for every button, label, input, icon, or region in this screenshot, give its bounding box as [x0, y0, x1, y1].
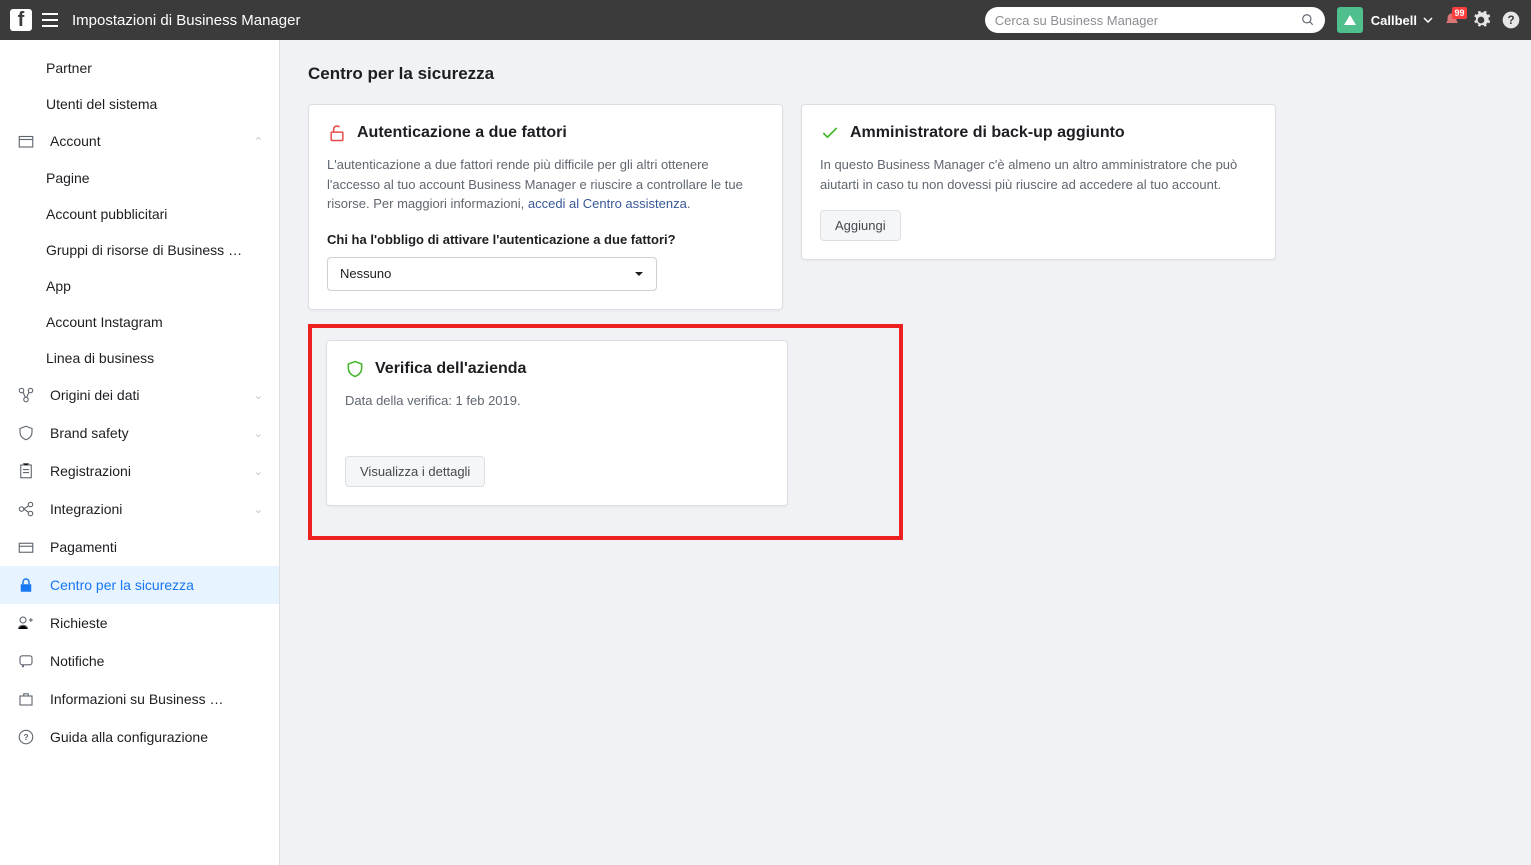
sidebar-item-business-info[interactable]: Informazioni su Business … — [0, 680, 279, 718]
two-factor-title: Autenticazione a due fattori — [357, 124, 567, 142]
admin-backup-card: Amministratore di back-up aggiunto In qu… — [801, 104, 1276, 260]
chevron-down-icon: ⌄ — [254, 389, 263, 402]
help-icon[interactable]: ? — [1501, 10, 1521, 30]
menu-icon[interactable] — [42, 13, 58, 27]
two-factor-select[interactable]: Nessuno — [327, 257, 657, 291]
page-title: Centro per la sicurezza — [308, 64, 1503, 84]
chevron-up-icon: ⌃ — [254, 135, 263, 148]
sidebar-item-payments[interactable]: Pagamenti — [0, 528, 279, 566]
sidebar-section-account[interactable]: Account ⌃ — [0, 122, 279, 160]
top-header: f Impostazioni di Business Manager Callb… — [0, 0, 1531, 40]
sidebar-section-integrations[interactable]: Integrazioni ⌄ — [0, 490, 279, 528]
sidebar-item-setup-guide[interactable]: ? Guida alla configurazione — [0, 718, 279, 756]
two-factor-description: L'autenticazione a due fattori rende più… — [327, 155, 764, 214]
highlight-annotation: Verifica dell'azienda Data della verific… — [308, 324, 903, 541]
sidebar: Partner Utenti del sistema Account ⌃ Pag… — [0, 40, 280, 865]
svg-text:?: ? — [23, 733, 28, 742]
select-value: Nessuno — [340, 266, 391, 281]
sidebar-item-instagram[interactable]: Account Instagram — [0, 304, 279, 340]
clipboard-icon — [16, 462, 36, 480]
sidebar-item-requests[interactable]: Richieste — [0, 604, 279, 642]
sidebar-item-notifications[interactable]: Notifiche — [0, 642, 279, 680]
integrations-icon — [16, 500, 36, 518]
dropdown-arrow-icon — [634, 270, 644, 278]
shield-check-icon — [345, 359, 365, 379]
requests-icon — [16, 614, 36, 632]
admin-backup-text: In questo Business Manager c'è almeno un… — [820, 155, 1257, 194]
sidebar-item-asset-groups[interactable]: Gruppi di risorse di Business … — [0, 232, 279, 268]
business-name: Callbell — [1371, 13, 1417, 28]
sidebar-section-data-sources[interactable]: Origini dei dati ⌄ — [0, 376, 279, 414]
admin-backup-title: Amministratore di back-up aggiunto — [850, 124, 1125, 142]
sidebar-item-ad-accounts[interactable]: Account pubblicitari — [0, 196, 279, 232]
two-factor-card: Autenticazione a due fattori L'autentica… — [308, 104, 783, 310]
sidebar-item-security-center[interactable]: Centro per la sicurezza — [0, 566, 279, 604]
lock-icon — [16, 576, 36, 594]
sidebar-item-pages[interactable]: Pagine — [0, 160, 279, 196]
sidebar-item-system-users[interactable]: Utenti del sistema — [0, 86, 279, 122]
chevron-down-icon: ⌄ — [254, 427, 263, 440]
verification-card: Verifica dell'azienda Data della verific… — [326, 340, 788, 507]
help-center-link[interactable]: accedi al Centro assistenza — [528, 196, 687, 211]
search-box[interactable] — [985, 7, 1325, 33]
unlock-icon — [327, 123, 347, 143]
content-area: Centro per la sicurezza Autenticazione a… — [280, 40, 1531, 865]
search-icon — [1301, 13, 1315, 27]
shield-icon — [16, 424, 36, 442]
sidebar-item-partner[interactable]: Partner — [0, 50, 279, 86]
account-icon — [16, 132, 36, 150]
payments-icon — [16, 538, 36, 556]
chevron-down-icon: ⌄ — [254, 465, 263, 478]
business-avatar — [1337, 7, 1363, 33]
facebook-logo[interactable]: f — [10, 9, 32, 31]
bell-icon — [16, 652, 36, 670]
add-button[interactable]: Aggiungi — [820, 210, 901, 241]
verification-title: Verifica dell'azienda — [375, 360, 526, 378]
sidebar-item-business-line[interactable]: Linea di business — [0, 340, 279, 376]
chevron-down-icon: ⌄ — [254, 503, 263, 516]
settings-icon[interactable] — [1471, 10, 1491, 30]
help-circle-icon: ? — [16, 728, 36, 746]
business-switcher[interactable]: Callbell — [1337, 7, 1433, 33]
briefcase-icon — [16, 690, 36, 708]
sidebar-section-registrations[interactable]: Registrazioni ⌄ — [0, 452, 279, 490]
notifications-badge: 99 — [1452, 7, 1467, 19]
notifications-icon[interactable]: 99 — [1443, 11, 1461, 29]
sidebar-section-brand-safety[interactable]: Brand safety ⌄ — [0, 414, 279, 452]
verification-text: Data della verifica: 1 feb 2019. — [345, 391, 769, 411]
view-details-button[interactable]: Visualizza i dettagli — [345, 456, 485, 487]
two-factor-subhead: Chi ha l'obbligo di attivare l'autentica… — [327, 232, 764, 247]
sidebar-item-apps[interactable]: App — [0, 268, 279, 304]
search-input[interactable] — [995, 13, 1301, 28]
svg-text:?: ? — [1507, 14, 1514, 27]
header-title: Impostazioni di Business Manager — [72, 12, 300, 29]
check-icon — [820, 123, 840, 143]
data-sources-icon — [16, 386, 36, 404]
